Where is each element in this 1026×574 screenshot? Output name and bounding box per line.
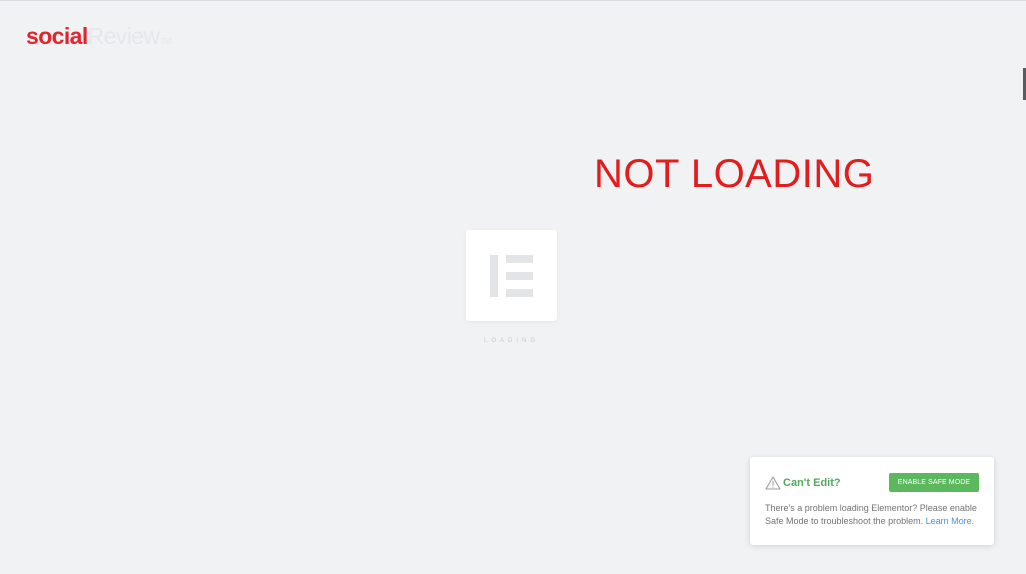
- loading-label: LOADING: [483, 338, 539, 344]
- site-logo[interactable]: socialReviewTM: [26, 22, 171, 56]
- logo-text-review: Review: [87, 23, 160, 49]
- learn-more-link[interactable]: Learn More.: [926, 516, 975, 526]
- enable-safe-mode-button[interactable]: ENABLE SAFE MODE: [889, 473, 979, 492]
- top-border: [0, 0, 1026, 1]
- cant-edit-dialog: Can't Edit? ENABLE SAFE MODE There's a p…: [750, 457, 994, 545]
- logo-text-social: social: [26, 23, 88, 49]
- elementor-logo-icon: [490, 255, 533, 297]
- not-loading-annotation: NOT LOADING: [594, 152, 875, 196]
- elementor-loader: [466, 230, 557, 321]
- logo-trademark: TM: [160, 37, 171, 46]
- dialog-title: Can't Edit?: [783, 477, 841, 489]
- dialog-message: There's a problem loading Elementor? Ple…: [765, 502, 987, 528]
- warning-icon: [765, 476, 781, 490]
